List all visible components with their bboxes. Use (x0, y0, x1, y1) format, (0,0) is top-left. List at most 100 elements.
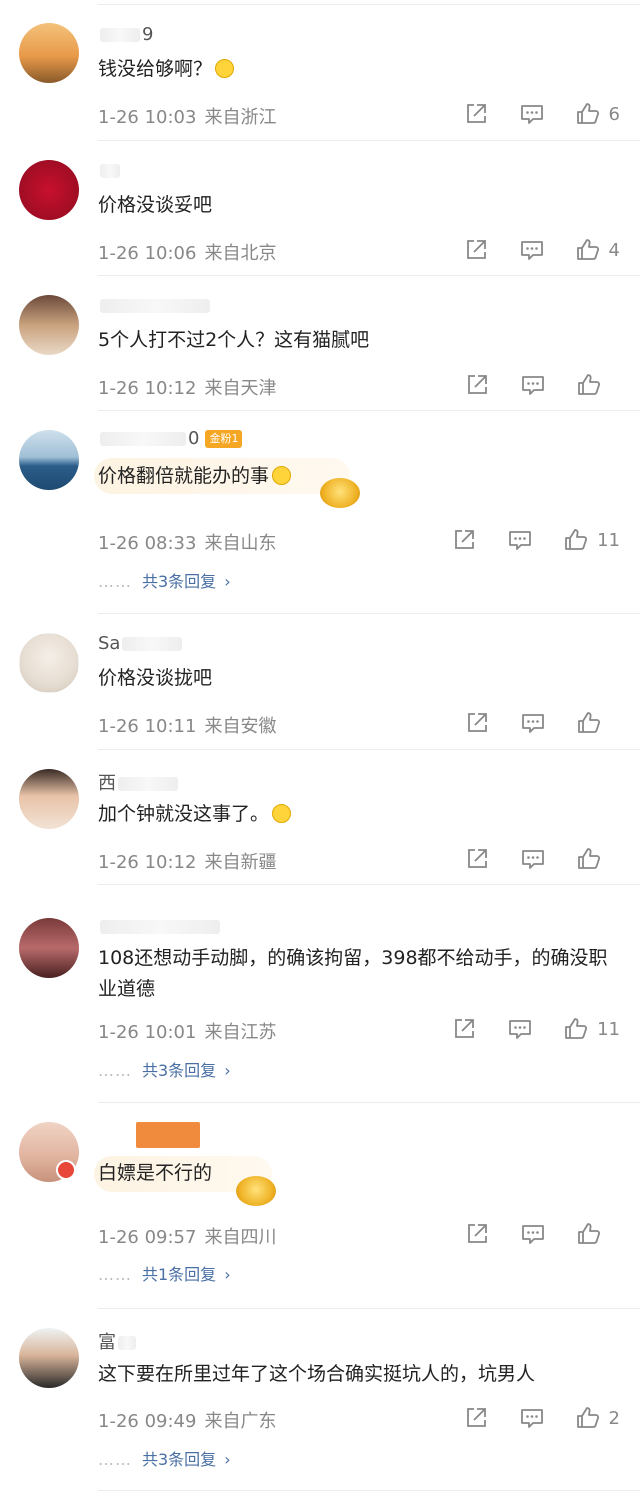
share-button[interactable] (464, 710, 490, 736)
avatar[interactable] (19, 160, 79, 220)
dots-icon: …… (98, 1061, 132, 1080)
like-icon (575, 1405, 601, 1431)
share-button[interactable] (463, 1405, 489, 1431)
like-button[interactable] (576, 372, 620, 398)
share-button[interactable] (463, 237, 489, 263)
like-button[interactable]: 2 (575, 1405, 620, 1431)
comment-icon (519, 101, 545, 127)
avatar[interactable] (19, 633, 79, 693)
avatar[interactable] (19, 295, 79, 355)
share-icon (463, 237, 489, 263)
avatar[interactable] (19, 1328, 79, 1388)
like-count: 11 (597, 529, 620, 551)
comment-button[interactable] (520, 846, 546, 872)
view-replies-link[interactable]: …… 共3条回复 › (98, 1057, 231, 1081)
comment-button[interactable] (520, 372, 546, 398)
view-replies-link[interactable]: …… 共1条回复 › (98, 1261, 231, 1285)
share-icon (464, 846, 490, 872)
avatar[interactable] (19, 430, 79, 490)
avatar[interactable] (19, 23, 79, 83)
comment-icon (520, 1221, 546, 1247)
divider (98, 884, 640, 885)
comment-location: 来自山东 (204, 533, 277, 554)
comment-location: 来自四川 (204, 1227, 277, 1248)
chevron-right-icon: › (224, 1450, 231, 1469)
like-button[interactable]: 11 (563, 1016, 620, 1042)
comment-time: 1-26 10:12 (98, 378, 197, 399)
comment-meta: 1-26 10:06 来自北京 (98, 239, 276, 265)
share-icon (464, 710, 490, 736)
like-count: 11 (597, 1018, 620, 1040)
chevron-right-icon: › (224, 1265, 231, 1284)
share-icon (464, 1221, 490, 1247)
like-count: 2 (608, 1407, 620, 1429)
username[interactable]: 富 (98, 1328, 138, 1354)
username[interactable]: 0 金粉1 (98, 428, 243, 449)
divider (98, 1102, 640, 1103)
comment-meta: 1-26 10:03 来自浙江 (98, 103, 276, 129)
share-icon (464, 372, 490, 398)
share-icon (451, 527, 477, 553)
like-icon (575, 237, 601, 263)
comment-actions: 6 (433, 100, 620, 128)
username[interactable] (98, 295, 212, 316)
comment-meta: 1-26 10:01 来自江苏 (98, 1018, 276, 1044)
username[interactable] (98, 916, 222, 937)
divider (98, 1308, 640, 1309)
like-count: 4 (608, 239, 620, 261)
share-button[interactable] (451, 527, 477, 553)
like-icon (575, 101, 601, 127)
share-button[interactable] (451, 1016, 477, 1042)
comment-icon (520, 372, 546, 398)
comment-button[interactable] (519, 101, 545, 127)
like-button[interactable]: 4 (575, 237, 620, 263)
username[interactable]: 西 (98, 769, 180, 795)
comment-button[interactable] (519, 1405, 545, 1431)
share-button[interactable] (464, 372, 490, 398)
comment-icon (519, 1405, 545, 1431)
view-replies-link[interactable]: …… 共3条回复 › (98, 1446, 231, 1470)
username[interactable]: Sa (98, 633, 184, 654)
comment-icon (507, 527, 533, 553)
doge-emoji-icon (272, 466, 292, 485)
comment-icon (520, 846, 546, 872)
comment-button[interactable] (520, 710, 546, 736)
comment-time: 1-26 10:06 (98, 243, 197, 264)
like-icon (576, 710, 602, 736)
dots-icon: …… (98, 1450, 132, 1469)
like-icon (563, 527, 589, 553)
divider (98, 4, 640, 5)
avatar[interactable] (19, 918, 79, 978)
avatar[interactable] (19, 769, 79, 829)
comment-meta: 1-26 10:12 来自天津 (98, 374, 276, 400)
comment-meta: 1-26 09:57 来自四川 (98, 1223, 276, 1249)
comment-actions (434, 709, 620, 737)
like-button[interactable]: 11 (563, 527, 620, 553)
comment-button[interactable] (520, 1221, 546, 1247)
chevron-right-icon: › (224, 1061, 231, 1080)
comment-button[interactable] (519, 237, 545, 263)
divider (98, 613, 640, 614)
comment-button[interactable] (507, 1016, 533, 1042)
replies-count: 共3条回复 (142, 572, 217, 591)
share-button[interactable] (464, 1221, 490, 1247)
comment-text: 5个人打不过2个人？这有猫腻吧 (98, 329, 370, 351)
comment-text: 108还想动手动脚，的确该拘留，398都不给动手，的确没职业道德 (98, 947, 608, 1000)
comment-actions (434, 1220, 620, 1248)
like-button[interactable] (576, 1221, 620, 1247)
comment-feed: 9 钱没给够啊？ 1-26 10:03 来自浙江 6 价格没谈妥吧 1-26 10… (0, 0, 640, 1497)
comment-button[interactable] (507, 527, 533, 553)
comment-icon (507, 1016, 533, 1042)
like-button[interactable] (576, 846, 620, 872)
like-button[interactable] (576, 710, 620, 736)
dots-icon: …… (98, 572, 132, 591)
share-button[interactable] (463, 101, 489, 127)
share-button[interactable] (464, 846, 490, 872)
share-icon (451, 1016, 477, 1042)
username[interactable] (98, 160, 122, 181)
username[interactable]: 9 (98, 24, 153, 45)
like-icon (576, 1221, 602, 1247)
view-replies-link[interactable]: …… 共3条回复 › (98, 568, 231, 592)
like-button[interactable]: 6 (575, 101, 620, 127)
comment-meta: 1-26 10:11 来自安徽 (98, 712, 276, 738)
